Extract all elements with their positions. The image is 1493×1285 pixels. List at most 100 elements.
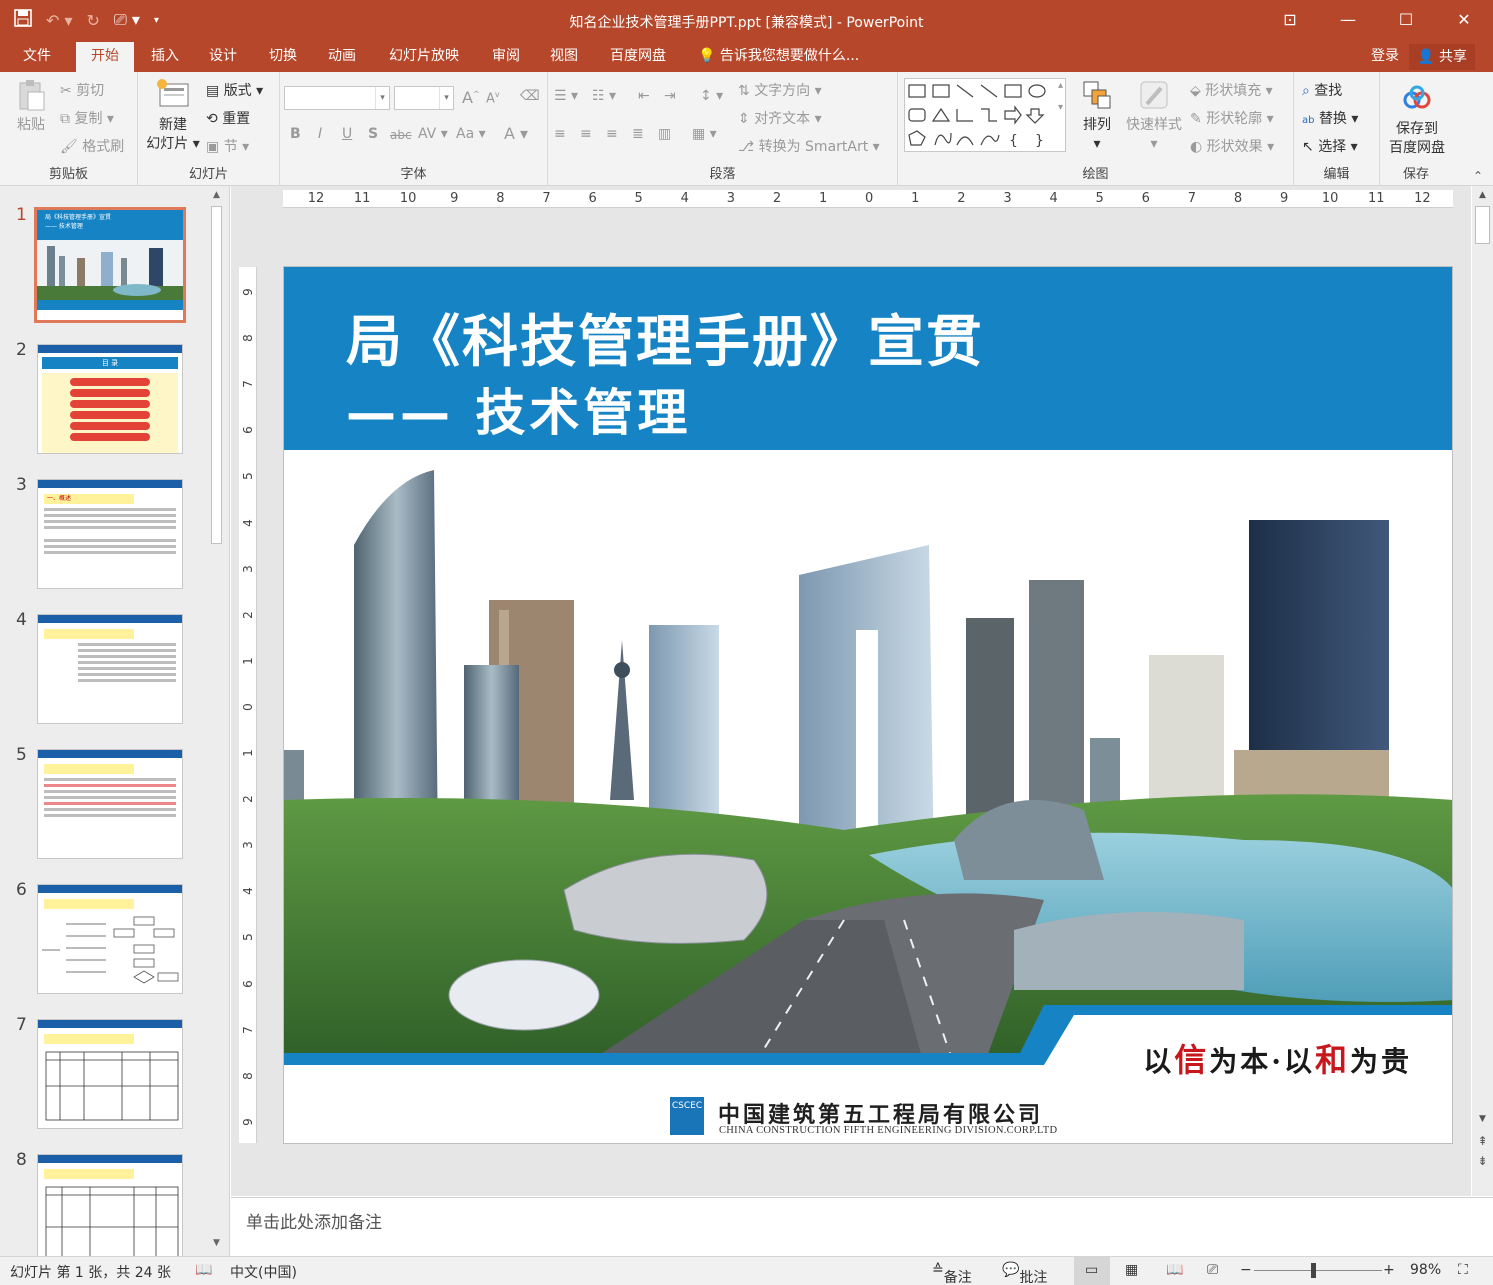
thumbnails-scrollbar[interactable]: ▲ ▼ — [208, 186, 225, 1256]
tab-insert[interactable]: 插入 — [140, 42, 190, 72]
minimize-icon[interactable]: — — [1319, 0, 1377, 42]
shape-fill-button[interactable]: ⬙ 形状填充 ▾ — [1190, 80, 1273, 100]
columns-icon[interactable]: ▦ ▾ — [692, 126, 717, 142]
bold-button[interactable]: B — [290, 126, 301, 142]
previous-slide-icon[interactable]: ⇞ — [1472, 1134, 1493, 1148]
slide-sorter-icon[interactable]: ▦ — [1125, 1262, 1138, 1278]
thumb-slide-4[interactable] — [37, 614, 183, 724]
shapes-gallery[interactable]: { } — [904, 78, 1066, 152]
company-name-en[interactable]: CHINA CONSTRUCTION FIFTH ENGINEERING DIV… — [719, 1125, 1057, 1136]
zoom-out-icon[interactable]: − — [1240, 1262, 1252, 1278]
thumb-slide-3[interactable]: 一、概述 — [37, 479, 183, 589]
layout-button[interactable]: ▤ 版式 ▾ — [206, 80, 263, 100]
distributed-icon[interactable]: ▥ — [658, 126, 671, 142]
bullets-icon[interactable]: ☰ ▾ — [554, 88, 578, 104]
tab-view[interactable]: 视图 — [539, 42, 589, 72]
shape-outline-button[interactable]: ✎ 形状轮廓 ▾ — [1190, 108, 1274, 128]
scroll-up-icon[interactable]: ▲ — [1472, 190, 1493, 200]
zoom-in-icon[interactable]: + — [1383, 1262, 1395, 1278]
notes-pane[interactable]: 单击此处添加备注 — [231, 1197, 1493, 1256]
thumb-slide-6[interactable] — [37, 884, 183, 994]
find-button[interactable]: ⌕ 查找 — [1302, 80, 1342, 100]
font-name-combobox[interactable]: ▾ — [284, 86, 390, 110]
replace-button[interactable]: ab 替换 ▾ — [1302, 108, 1358, 128]
reading-view-icon[interactable]: 📖 — [1166, 1262, 1183, 1278]
align-right-icon[interactable]: ≡ — [606, 126, 618, 142]
spell-check-icon[interactable]: 📖 — [195, 1262, 212, 1278]
new-slide-button[interactable]: 新建 幻灯片 ▾ — [142, 78, 204, 154]
tab-file[interactable]: 文件 — [8, 42, 66, 72]
arrange-button[interactable]: 排列 ▾ — [1074, 78, 1120, 154]
language-indicator[interactable]: 中文(中国) — [230, 1262, 297, 1282]
clear-format-icon[interactable]: ⌫ — [520, 88, 540, 104]
quick-styles-button[interactable]: 快速样式 ▾ — [1122, 78, 1186, 154]
increase-indent-icon[interactable]: ⇥ — [664, 88, 676, 104]
company-motto[interactable]: 以信为本·以和为贵 — [1143, 1035, 1412, 1081]
save-to-netdisk-button[interactable]: 保存到 百度网盘 — [1382, 82, 1452, 158]
tab-home[interactable]: 开始 — [76, 42, 134, 72]
maximize-icon[interactable]: ☐ — [1377, 0, 1435, 42]
tab-design[interactable]: 设计 — [198, 42, 248, 72]
line-spacing-icon[interactable]: ↕ ▾ — [700, 88, 723, 104]
notes-toggle[interactable]: ≙ 备注 — [932, 1262, 972, 1285]
char-spacing-button[interactable]: AV ▾ — [418, 126, 448, 142]
tab-baidu-netdisk[interactable]: 百度网盘 — [600, 42, 676, 72]
collapse-ribbon-icon[interactable]: ⌃ — [1473, 169, 1483, 183]
font-color-button[interactable]: A ▾ — [504, 124, 528, 143]
align-text-button[interactable]: ⇕ 对齐文本 ▾ — [738, 108, 822, 128]
justify-icon[interactable]: ≣ — [632, 126, 644, 142]
strikethrough-button[interactable]: abc — [390, 128, 412, 142]
company-logo[interactable]: CSCEC — [670, 1097, 704, 1135]
scroll-down-icon[interactable]: ▼ — [208, 1238, 225, 1248]
section-button[interactable]: ▣ 节 ▾ — [206, 136, 249, 156]
underline-button[interactable]: U — [342, 126, 352, 142]
slide-subtitle[interactable]: —— 技术管理 — [346, 373, 691, 445]
tab-slideshow[interactable]: 幻灯片放映 — [378, 42, 470, 72]
italic-button[interactable]: I — [318, 126, 322, 142]
thumb-slide-2[interactable]: 目 录 — [37, 344, 183, 454]
format-painter-button[interactable]: 🖌 格式刷 — [60, 136, 124, 156]
paste-button[interactable]: 粘贴 — [8, 78, 54, 135]
thumb-slide-5[interactable] — [37, 749, 183, 859]
align-center-icon[interactable]: ≡ — [580, 126, 592, 142]
close-icon[interactable]: ✕ — [1435, 0, 1493, 42]
decrease-indent-icon[interactable]: ⇤ — [638, 88, 650, 104]
tab-transitions[interactable]: 切换 — [258, 42, 308, 72]
shrink-font-button[interactable]: Av — [486, 90, 500, 106]
scroll-thumb[interactable] — [211, 206, 222, 544]
shadow-button[interactable]: S — [368, 126, 378, 142]
login-link[interactable]: 登录 — [1371, 42, 1399, 71]
tab-animations[interactable]: 动画 — [317, 42, 367, 72]
gallery-scroll-down-icon[interactable]: ▾ — [1058, 102, 1063, 113]
current-slide[interactable]: 局《科技管理手册》宣贯 —— 技术管理 以信为本·以和为贵 CSCEC 中国建筑… — [283, 266, 1453, 1144]
scroll-up-icon[interactable]: ▲ — [208, 190, 225, 200]
select-button[interactable]: ↖ 选择 ▾ — [1302, 136, 1358, 156]
thumb-slide-7[interactable] — [37, 1019, 183, 1129]
gallery-scroll-up-icon[interactable]: ▴ — [1058, 80, 1063, 91]
font-size-combobox[interactable]: ▾ — [394, 86, 454, 110]
tell-me-box[interactable]: 💡 告诉我您想要做什么... — [698, 42, 859, 71]
change-case-button[interactable]: Aa ▾ — [456, 126, 486, 142]
zoom-slider-knob[interactable] — [1311, 1263, 1316, 1278]
ribbon-display-icon[interactable]: ⊡ — [1261, 0, 1319, 42]
copy-button[interactable]: ⧉ 复制 ▾ — [60, 108, 114, 128]
shape-effects-button[interactable]: ◐ 形状效果 ▾ — [1190, 136, 1274, 156]
share-button[interactable]: 👤 共享 — [1409, 44, 1475, 70]
tab-review[interactable]: 审阅 — [481, 42, 531, 72]
slideshow-icon[interactable]: ⎚ — [1207, 1262, 1218, 1278]
grow-font-button[interactable]: A^ — [462, 88, 480, 107]
thumb-slide-1[interactable]: 局《科技管理手册》宣贯 —— 技术管理 — [34, 207, 186, 323]
scroll-thumb[interactable] — [1475, 206, 1490, 244]
zoom-level[interactable]: 98% — [1410, 1262, 1441, 1278]
text-direction-button[interactable]: ⇅ 文字方向 ▾ — [738, 80, 822, 100]
align-left-icon[interactable]: ≡ — [554, 126, 566, 142]
cut-button[interactable]: ✂ 剪切 — [60, 80, 104, 100]
convert-smartart-button[interactable]: ⎇ 转换为 SmartArt ▾ — [738, 136, 880, 156]
slide-title[interactable]: 局《科技管理手册》宣贯 — [346, 297, 984, 378]
comments-toggle[interactable]: 💬 批注 — [1002, 1262, 1047, 1285]
scroll-down-icon[interactable]: ▼ — [1472, 1114, 1493, 1124]
fit-slide-icon[interactable]: ⛶ — [1458, 1262, 1468, 1278]
city-skyline-image[interactable] — [284, 450, 1453, 1065]
zoom-slider[interactable] — [1254, 1270, 1382, 1271]
numbering-icon[interactable]: ☷ ▾ — [592, 88, 616, 104]
